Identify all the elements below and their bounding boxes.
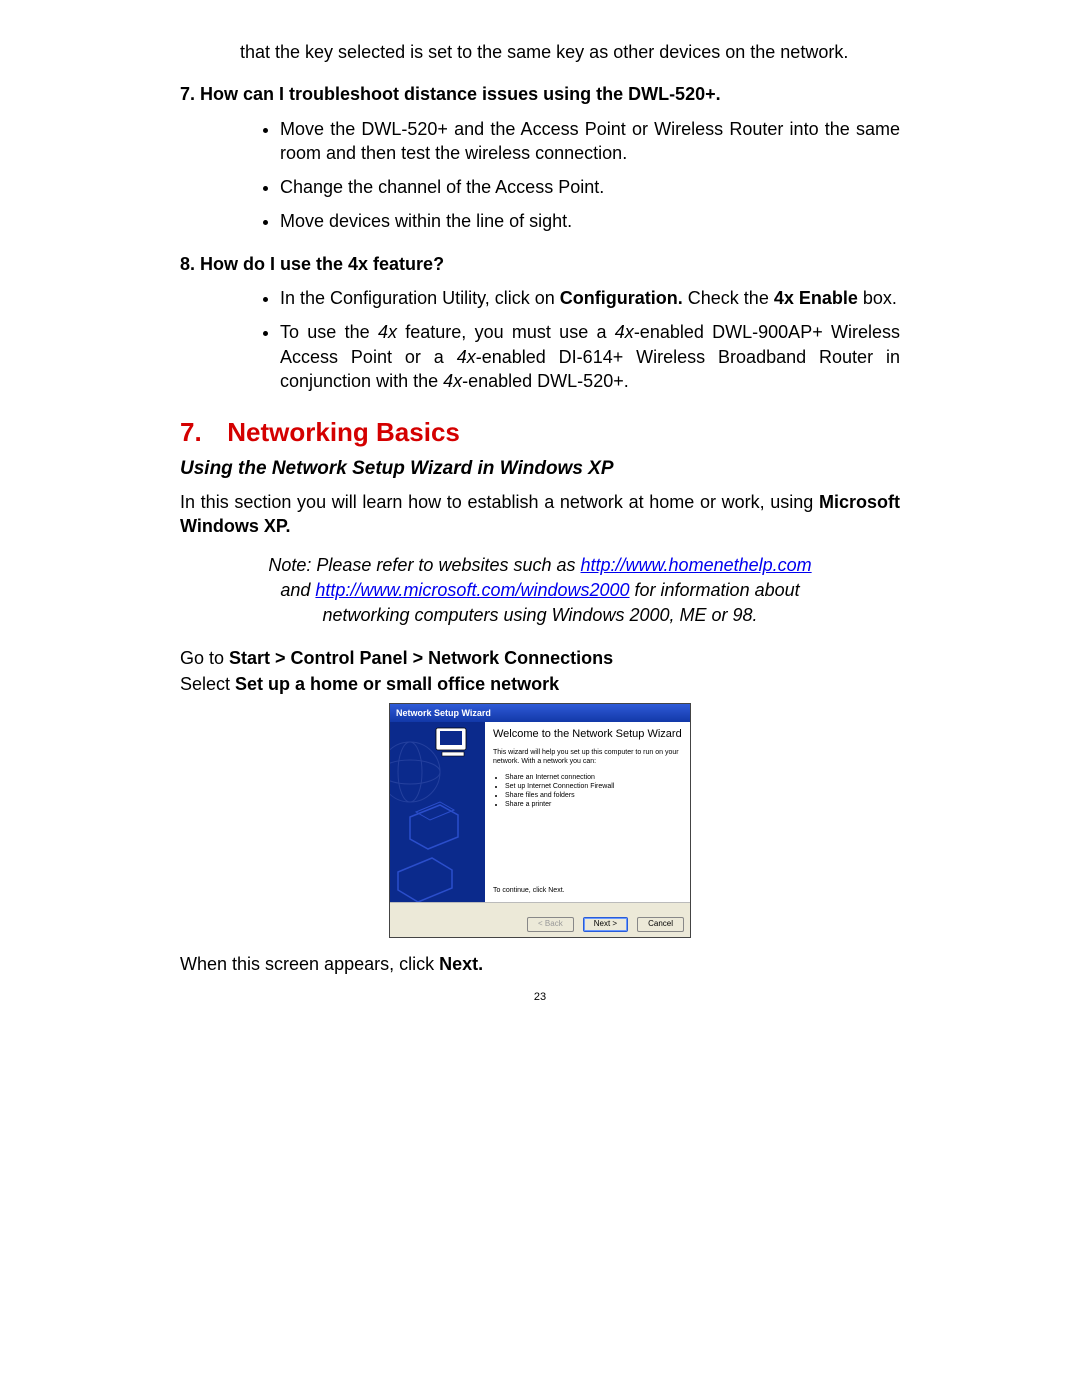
list-item: Share a printer	[505, 800, 682, 809]
list-item: Share files and folders	[505, 791, 682, 800]
text: networking computers using Windows 2000,…	[180, 603, 900, 628]
after-paragraph: When this screen appears, click Next.	[180, 952, 900, 976]
list-item: In the Configuration Utility, click on C…	[280, 286, 900, 310]
link-homenethelp[interactable]: http://www.homenethelp.com	[581, 555, 812, 575]
section-title: Networking Basics	[227, 417, 460, 447]
text-bold: Start > Control Panel > Network Connecti…	[229, 648, 613, 668]
q7-heading: 7. How can I troubleshoot distance issue…	[180, 82, 900, 106]
list-item: Move the DWL-520+ and the Access Point o…	[280, 117, 900, 166]
text-bold: Set up a home or small office network	[235, 674, 559, 694]
select-line: Select Set up a home or small office net…	[180, 672, 900, 696]
cancel-button[interactable]: Cancel	[637, 917, 684, 932]
goto-line: Go to Start > Control Panel > Network Co…	[180, 646, 900, 670]
wizard-features: Share an Internet connection Set up Inte…	[493, 773, 682, 809]
wizard-button-row: < Back Next > Cancel	[390, 902, 690, 937]
link-microsoft[interactable]: http://www.microsoft.com/windows2000	[315, 580, 629, 600]
section-subheading: Using the Network Setup Wizard in Window…	[180, 456, 900, 482]
section-heading: 7. Networking Basics	[180, 415, 900, 450]
next-button[interactable]: Next >	[583, 917, 628, 932]
text: When this screen appears, click	[180, 954, 439, 974]
prev-paragraph: that the key selected is set to the same…	[240, 40, 900, 64]
wizard-titlebar: Network Setup Wizard	[390, 704, 690, 722]
intro-paragraph: In this section you will learn how to es…	[180, 490, 900, 539]
section-number: 7.	[180, 415, 220, 450]
text: and	[280, 580, 315, 600]
wizard-heading: Welcome to the Network Setup Wizard	[493, 728, 682, 741]
text-bold: Next.	[439, 954, 483, 974]
text: In this section you will learn how to es…	[180, 492, 819, 512]
wizard-dialog: Network Setup Wizard	[389, 703, 691, 938]
list-item: To use the 4x feature, you must use a 4x…	[280, 320, 900, 393]
note-block: Note: Please refer to websites such as h…	[180, 553, 900, 629]
q8-bullets: In the Configuration Utility, click on C…	[240, 286, 900, 393]
list-item: Set up Internet Connection Firewall	[505, 782, 682, 791]
q7-bullets: Move the DWL-520+ and the Access Point o…	[240, 117, 900, 234]
wizard-desc: This wizard will help you set up this co…	[493, 749, 682, 767]
text: for information about	[630, 580, 800, 600]
wizard-continue-text: To continue, click Next.	[493, 886, 682, 895]
list-item: Share an Internet connection	[505, 773, 682, 782]
page-number: 23	[180, 990, 900, 1005]
list-item: Change the channel of the Access Point.	[280, 175, 900, 199]
wizard-sidebar-image	[390, 722, 485, 902]
text: Note: Please refer to websites such as	[268, 555, 580, 575]
q8-heading: 8. How do I use the 4x feature?	[180, 252, 900, 276]
text: Go to	[180, 648, 229, 668]
back-button: < Back	[527, 917, 574, 932]
text: Select	[180, 674, 235, 694]
list-item: Move devices within the line of sight.	[280, 209, 900, 233]
